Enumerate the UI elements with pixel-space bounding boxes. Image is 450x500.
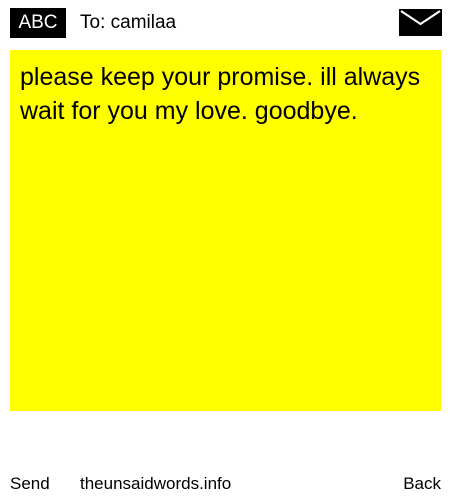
header-bar: ABC To: camilaa xyxy=(0,0,450,48)
abc-badge: ABC xyxy=(10,8,66,38)
recipient-label: To: camilaa xyxy=(80,12,177,33)
send-button[interactable]: Send xyxy=(10,470,50,498)
back-button[interactable]: Back xyxy=(403,470,441,498)
message-screen: ABC To: camilaa please keep your promise… xyxy=(0,0,450,500)
envelope-icon[interactable] xyxy=(399,9,442,36)
message-body[interactable]: please keep your promise. ill always wai… xyxy=(10,50,441,411)
footer-bar: Send theunsaidwords.info Back xyxy=(0,470,450,498)
message-text: please keep your promise. ill always wai… xyxy=(20,63,421,125)
site-link[interactable]: theunsaidwords.info xyxy=(80,470,231,498)
